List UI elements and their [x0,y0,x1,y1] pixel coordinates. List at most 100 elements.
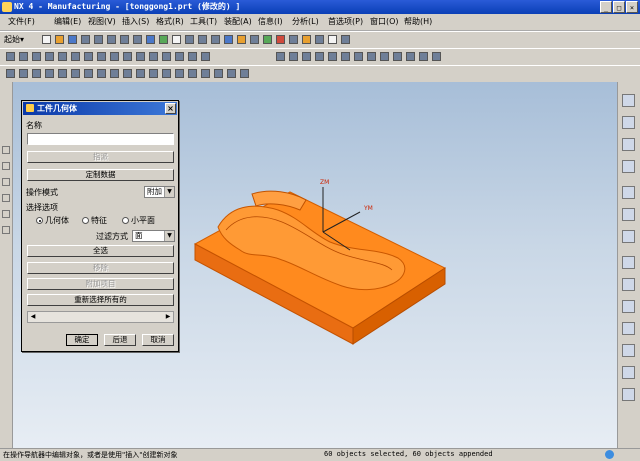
start-button[interactable]: 起始▾ [4,34,24,45]
nav-speed-icon[interactable] [419,52,428,61]
create-geometry-icon[interactable] [32,52,41,61]
nav-delete-icon[interactable] [315,52,324,61]
system-materials-icon[interactable] [622,300,635,313]
menu-edit[interactable]: 编辑(E) [54,16,81,27]
select-all-button[interactable]: 全选 [27,245,174,257]
minimize-button[interactable]: _ [600,1,612,13]
menu-info[interactable]: 信息(I) [258,16,283,27]
nav-extra-icon[interactable] [432,52,441,61]
snap-point-icon[interactable] [289,35,298,44]
web-browser-icon[interactable] [622,230,635,243]
transform-icon[interactable] [188,52,197,61]
fit-view-icon[interactable] [172,35,181,44]
ok-button[interactable]: 确定 [66,334,98,346]
nav-object-icon[interactable] [354,52,363,61]
arc-tool-icon[interactable] [2,162,10,170]
menu-window[interactable]: 窗口(O) [370,16,399,27]
new-file-icon[interactable] [42,35,51,44]
cam-more-icon[interactable] [201,52,210,61]
history-icon[interactable] [622,186,635,199]
reuse-library-icon[interactable] [622,208,635,221]
menu-preferences[interactable]: 首选项(P) [328,16,363,27]
window-titlebar[interactable]: NX 4 - Manufacturing - [tonggong1.prt (修… [0,0,640,14]
more-tools-icon[interactable] [341,35,350,44]
menu-view[interactable]: 视图(V) [88,16,116,27]
edit-extra3-icon[interactable] [188,69,197,78]
resource-extra2-icon[interactable] [622,388,635,401]
program-view-icon[interactable] [71,52,80,61]
spline-tool-icon[interactable] [2,178,10,186]
edit-extra4-icon[interactable] [201,69,210,78]
edit-object-icon[interactable] [6,69,15,78]
edit-tool-icon[interactable] [123,69,132,78]
menu-assembly[interactable]: 装配(A) [224,16,252,27]
delete-icon[interactable] [133,35,142,44]
menu-help[interactable]: 帮助(H) [404,16,432,27]
dialog-close-button[interactable]: × [165,103,176,114]
nav-tool-icon[interactable] [393,52,402,61]
assembly-navigator-icon[interactable] [622,94,635,107]
select-icon[interactable] [276,35,285,44]
menu-file[interactable]: 文件(F) [8,16,35,27]
method-view-icon[interactable] [110,52,119,61]
reselect-all-button[interactable]: 重新选择所有的 [27,294,174,306]
edit-geom-icon[interactable] [136,69,145,78]
filter-icon[interactable] [302,35,311,44]
paste-icon[interactable] [120,35,129,44]
cancel-button[interactable]: 取消 [142,334,174,346]
nav-feed-icon[interactable] [406,52,415,61]
edit-display-icon[interactable] [58,69,67,78]
machine-tool-view-icon[interactable] [84,52,93,61]
edit-path-icon[interactable] [84,69,93,78]
nav-paste-icon[interactable] [302,52,311,61]
menu-insert[interactable]: 插入(S) [122,16,149,27]
close-button[interactable]: × [626,1,638,13]
horizontal-scrollbar[interactable]: ◀ ▶ [27,311,174,323]
wireframe-icon[interactable] [237,35,246,44]
edit-color-icon[interactable] [71,69,80,78]
cut-icon[interactable] [94,35,103,44]
zoom-icon[interactable] [185,35,194,44]
nav-cut-icon[interactable] [276,52,285,61]
rotate-icon[interactable] [211,35,220,44]
edit-extra1-icon[interactable] [162,69,171,78]
roles-icon[interactable] [622,278,635,291]
curve-tool-icon[interactable] [2,226,10,234]
shop-doc-icon[interactable] [175,52,184,61]
shaded-icon[interactable] [224,35,233,44]
line-tool-icon[interactable] [2,146,10,154]
back-button[interactable]: 后退 [104,334,136,346]
operation-navigator-icon[interactable] [622,138,635,151]
print-icon[interactable] [81,35,90,44]
edit-extra6-icon[interactable] [227,69,236,78]
palette-icon[interactable] [622,256,635,269]
nav-copy-icon[interactable] [289,52,298,61]
edit-more-icon[interactable] [110,69,119,78]
circle-tool-icon[interactable] [2,210,10,218]
edit-op-icon[interactable] [149,69,158,78]
create-program-icon[interactable] [6,52,15,61]
nav-list-icon[interactable] [367,52,376,61]
operation-mode-select[interactable]: 附加 ▼ [144,186,175,198]
menu-analysis[interactable]: 分析(L) [292,16,319,27]
point-tool-icon[interactable] [2,194,10,202]
edit-extra5-icon[interactable] [214,69,223,78]
command-finder-icon[interactable] [159,35,168,44]
radio-facet[interactable]: 小平面 [122,215,155,226]
pan-icon[interactable] [198,35,207,44]
create-method-icon[interactable] [45,52,54,61]
custom-data-button[interactable]: 定制数据 [27,169,174,181]
postprocess-icon[interactable] [162,52,171,61]
analysis-icon[interactable] [315,35,324,44]
templates-icon[interactable] [622,344,635,357]
undo-icon[interactable] [146,35,155,44]
create-operation-icon[interactable] [58,52,67,61]
layer-icon[interactable] [263,35,272,44]
edit-copy-icon[interactable] [32,69,41,78]
create-tool-icon[interactable] [19,52,28,61]
replay-path-icon[interactable] [136,52,145,61]
save-icon[interactable] [68,35,77,44]
part-navigator-icon[interactable] [622,116,635,129]
scroll-left-icon[interactable]: ◀ [28,312,38,322]
radio-geometry[interactable]: 几何体 [36,215,69,226]
